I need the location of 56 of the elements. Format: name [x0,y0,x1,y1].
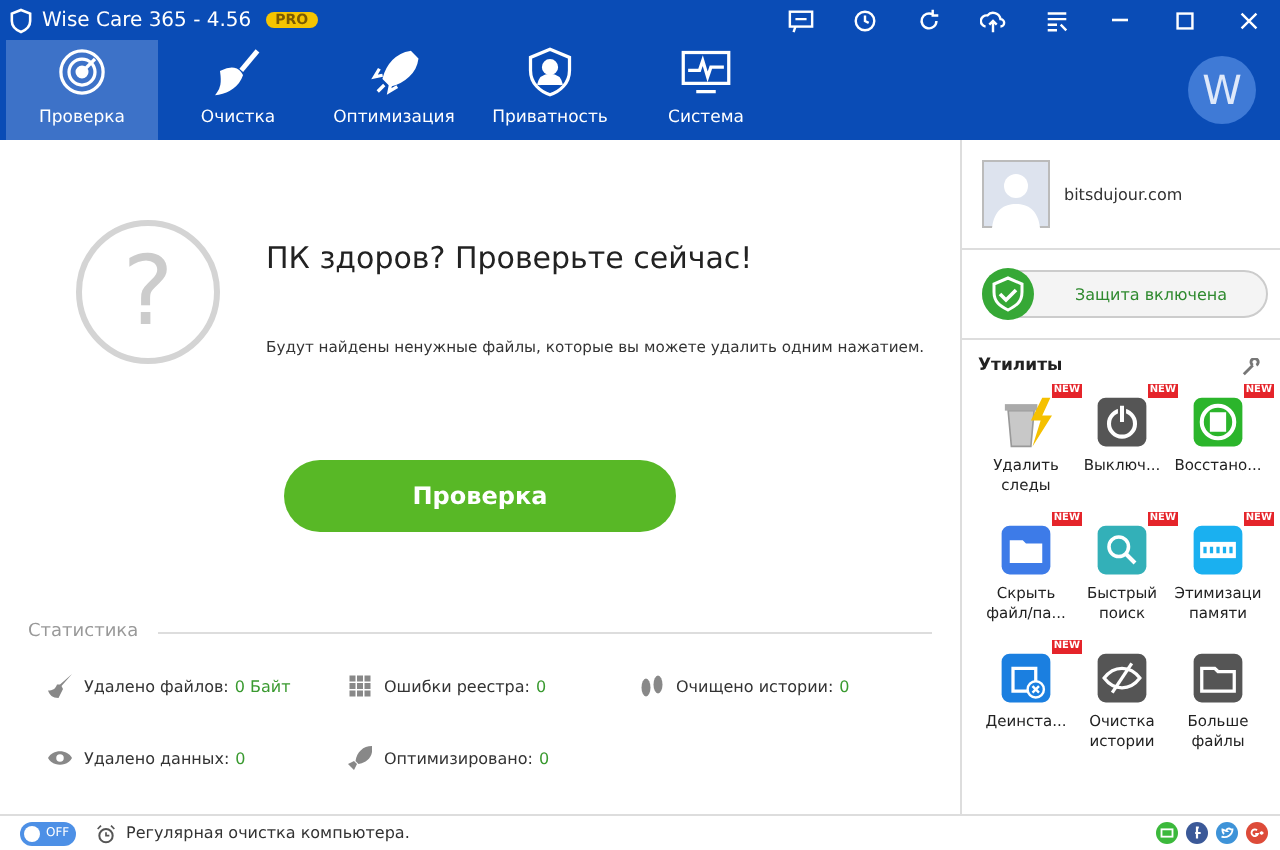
avatar-icon [982,160,1050,228]
shield-icon [524,46,576,98]
nav-tab[interactable]: Приватность [474,40,626,140]
stat-value: 0 Байт [234,677,291,695]
profile-name: bitsdujour.com [1064,185,1183,203]
stat-value: 0 [535,677,547,695]
shield-check-icon [980,266,1036,322]
wrench-icon[interactable] [1242,357,1260,375]
grid-icon [348,674,372,698]
timer-icon [851,7,877,33]
nav-tab[interactable]: Система [630,40,782,140]
google-plus-icon[interactable] [1246,822,1268,844]
uninstall-icon [1000,652,1052,704]
broom-icon [212,46,264,98]
power-icon [1096,396,1148,448]
chat-icon [787,7,813,33]
shield-logo-icon [10,7,32,33]
monitor-icon [680,46,732,98]
stat-label: Оптимизировано: [384,749,533,767]
stat-label: Удалено данных: [84,749,230,767]
eye-icon [48,746,72,770]
cloud-upload-icon [979,7,1005,33]
message-icon[interactable] [1156,822,1178,844]
nav-tab[interactable]: Проверка [6,40,158,140]
minimize-icon [1112,18,1128,22]
nav-tab[interactable]: Очистка [162,40,314,140]
close-icon [1235,7,1261,33]
radar-icon [56,46,108,98]
stat-label: Удалено файлов: [84,677,229,695]
search-icon [1096,524,1148,576]
list-icon [1043,7,1069,33]
twitter-icon[interactable] [1216,822,1238,844]
stat-value: 0 [839,677,850,695]
alarm-clock-icon [96,823,116,843]
schedule-text: Регулярная очистка компьютера. [126,824,410,842]
eye-off-icon [1096,652,1148,704]
window-title: Wise Care 365 - 4.56 [42,9,252,31]
check-heading: ПК здоров? Проверьте сейчас! [266,240,755,276]
stat-value: 0 [538,749,550,767]
restore-icon [1192,396,1244,448]
maximize-icon [1171,7,1197,33]
refresh-icon [915,7,941,33]
protection-switch[interactable]: Защита включена [982,270,1268,318]
stat-label: Очищено истории: [676,677,834,695]
folder-icon [1192,652,1244,704]
stat-value: 0 [235,749,246,767]
nav-tab[interactable]: Оптимизация [318,40,470,140]
question-icon: ? [76,220,220,364]
broom-icon [48,674,72,698]
statistics-title: Статистика [28,622,139,642]
trash-icon [1000,396,1052,448]
folder-icon [1000,524,1052,576]
facebook-icon[interactable] [1186,822,1208,844]
stat-label: Ошибки реестра: [384,677,530,695]
memory-icon [1192,524,1244,576]
utilities-title: Утилиты [978,356,1063,376]
